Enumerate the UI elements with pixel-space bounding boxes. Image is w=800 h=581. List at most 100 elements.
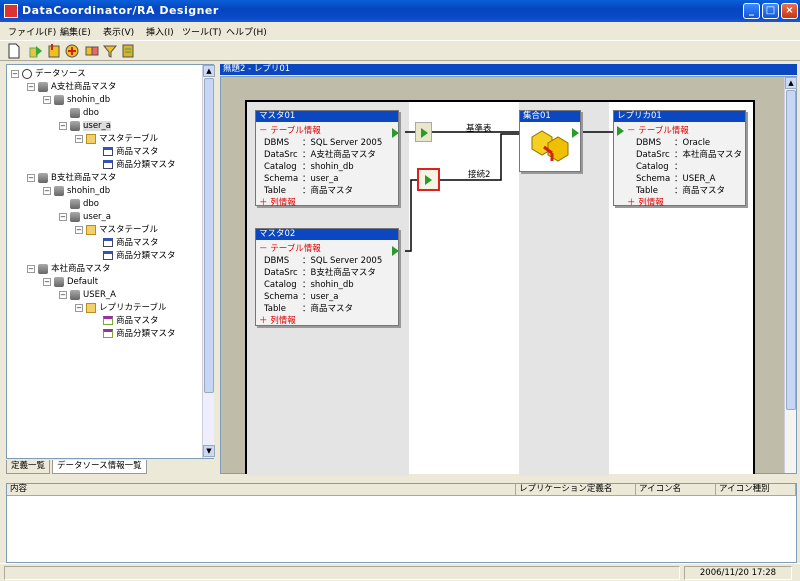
folder-icon	[86, 302, 96, 313]
link-label-join: 接続2	[468, 170, 491, 180]
join-input-port-selected[interactable]	[417, 168, 440, 191]
add-datasource-icon[interactable]	[28, 43, 44, 59]
tree-item[interactable]: − shohin_db	[43, 185, 110, 198]
tree-item[interactable]: − 本社商品マスタ	[27, 263, 111, 276]
tree-item[interactable]: 商品分類マスタ	[103, 250, 176, 263]
add-master-icon[interactable]	[46, 43, 62, 59]
scroll-up-icon[interactable]: ▲	[203, 65, 215, 77]
collapse-icon[interactable]: −	[27, 82, 35, 91]
tree-label: 商品マスタ	[116, 238, 159, 248]
replica-table-icon	[103, 316, 113, 325]
tree-label: 本社商品マスタ	[51, 264, 111, 274]
output-port-icon[interactable]	[572, 128, 579, 138]
table-info-toggle[interactable]: － テーブル情報	[259, 124, 321, 136]
input-port-icon[interactable]	[425, 175, 432, 185]
tree-item[interactable]: − A支社商品マスタ	[27, 81, 116, 94]
base-input-port[interactable]	[415, 122, 432, 142]
collapse-icon[interactable]: −	[75, 225, 83, 234]
menu-view[interactable]: 表示(V)	[103, 25, 134, 38]
tree-label: データソース	[35, 69, 86, 79]
menu-insert[interactable]: 挿入(I)	[146, 25, 174, 38]
add-join-icon[interactable]	[84, 43, 100, 59]
tree-item[interactable]: 商品マスタ	[103, 237, 159, 250]
master01-node[interactable]: マスタ01 － テーブル情報 DBMS ：SQL Server 2005 Data…	[255, 110, 399, 208]
scroll-thumb[interactable]	[204, 78, 214, 393]
scroll-down-icon[interactable]: ▼	[203, 445, 215, 457]
collapse-icon[interactable]: −	[43, 95, 51, 104]
menu-bar: ファイル(F) 編集(E) 表示(V) 挿入(I) ツール(T) ヘルプ(H)	[0, 22, 800, 40]
tree-item[interactable]: 商品マスタ	[103, 315, 159, 328]
minimize-button[interactable]: _	[743, 3, 760, 19]
column-header-definition[interactable]: レプリケーション定義名	[516, 484, 636, 496]
menu-edit[interactable]: 編集(E)	[60, 25, 91, 38]
menu-tools[interactable]: ツール(T)	[182, 25, 222, 38]
input-port-icon[interactable]	[617, 126, 624, 136]
tree-item[interactable]: − マスタテーブル	[75, 224, 158, 237]
close-button[interactable]: ×	[781, 3, 798, 19]
tree-item[interactable]: − user_a	[59, 120, 111, 133]
output-port-icon[interactable]	[392, 246, 399, 256]
schema-icon	[70, 289, 80, 300]
scroll-up-icon[interactable]: ▲	[785, 77, 797, 89]
tree-item[interactable]: 商品分類マスタ	[103, 328, 176, 341]
column-info-toggle[interactable]: ＋ 列情報	[259, 314, 296, 326]
menu-file[interactable]: ファイル(F)	[8, 25, 56, 38]
node-row: Catalog ：shohin_db	[264, 280, 354, 290]
collapse-icon[interactable]: −	[59, 121, 67, 130]
tree-label: USER_A	[83, 290, 116, 300]
add-replica-icon[interactable]	[120, 43, 136, 59]
collapse-icon[interactable]: −	[75, 303, 83, 312]
tree-item[interactable]: − レプリカテーブル	[75, 302, 167, 315]
collapse-icon[interactable]: −	[59, 290, 67, 299]
menu-help[interactable]: ヘルプ(H)	[226, 25, 267, 38]
table-info-toggle[interactable]: － テーブル情報	[259, 242, 321, 254]
new-document-icon[interactable]	[6, 43, 22, 59]
maximize-button[interactable]: □	[762, 3, 779, 19]
add-union-icon[interactable]	[64, 43, 80, 59]
output-port-icon[interactable]	[392, 128, 399, 138]
tab-definitions[interactable]: 定義一覧	[6, 460, 51, 474]
tree-item[interactable]: dbo	[70, 107, 99, 120]
tree-item[interactable]: − shohin_db	[43, 94, 110, 107]
column-info-toggle[interactable]: ＋ 列情報	[259, 196, 296, 208]
tree-root[interactable]: − データソース	[11, 68, 86, 81]
replica01-node[interactable]: レプリカ01 － テーブル情報 DBMS ：Oracle DataSrc ：本社商品…	[613, 110, 746, 208]
tree-label: B支社商品マスタ	[51, 173, 117, 183]
tree-item[interactable]: − Default	[43, 276, 98, 289]
collapse-icon[interactable]: −	[59, 212, 67, 221]
collapse-icon[interactable]: −	[43, 186, 51, 195]
catalog-icon	[54, 276, 64, 287]
collapse-icon[interactable]: −	[43, 277, 51, 286]
input-port-icon[interactable]	[421, 128, 428, 138]
tree-item[interactable]: − B支社商品マスタ	[27, 172, 116, 185]
node-row: Schema ：USER_A	[636, 174, 716, 184]
column-info-toggle[interactable]: ＋ 列情報	[627, 196, 664, 208]
tree-label: shohin_db	[67, 186, 111, 196]
collapse-icon[interactable]: −	[27, 173, 35, 182]
scroll-thumb[interactable]	[786, 90, 796, 410]
tree-item[interactable]: dbo	[70, 198, 99, 211]
column-header-icon-name[interactable]: アイコン名	[636, 484, 716, 496]
tree-item[interactable]: 商品マスタ	[103, 146, 159, 159]
tree-item[interactable]: − マスタテーブル	[75, 133, 158, 146]
tree-item[interactable]: − user_a	[59, 211, 111, 224]
tab-datasource-info[interactable]: データソース情報一覧	[52, 460, 147, 474]
node-row: Table ：商品マスタ	[636, 186, 726, 196]
node-row: Schema ：user_a	[264, 292, 339, 302]
tree-item[interactable]: 商品分類マスタ	[103, 159, 176, 172]
table-info-toggle[interactable]: － テーブル情報	[627, 124, 689, 136]
column-header-content[interactable]: 内容	[7, 484, 516, 496]
master02-node[interactable]: マスタ02 － テーブル情報 DBMS ：SQL Server 2005 Data…	[255, 228, 399, 326]
column-header-icon-type[interactable]: アイコン種別	[716, 484, 796, 496]
tree-scrollbar[interactable]: ▲ ▼	[202, 65, 215, 458]
add-filter-icon[interactable]	[102, 43, 118, 59]
collapse-icon[interactable]: −	[11, 69, 19, 78]
toolbar	[0, 40, 800, 61]
collapse-icon[interactable]: −	[75, 134, 83, 143]
canvas-scrollbar[interactable]: ▲	[784, 77, 797, 473]
database-icon	[38, 81, 48, 92]
union01-node[interactable]: 集合01	[519, 110, 581, 172]
node-row: Catalog ：shohin_db	[264, 162, 354, 172]
tree-item[interactable]: − USER_A	[59, 289, 116, 302]
collapse-icon[interactable]: −	[27, 264, 35, 273]
